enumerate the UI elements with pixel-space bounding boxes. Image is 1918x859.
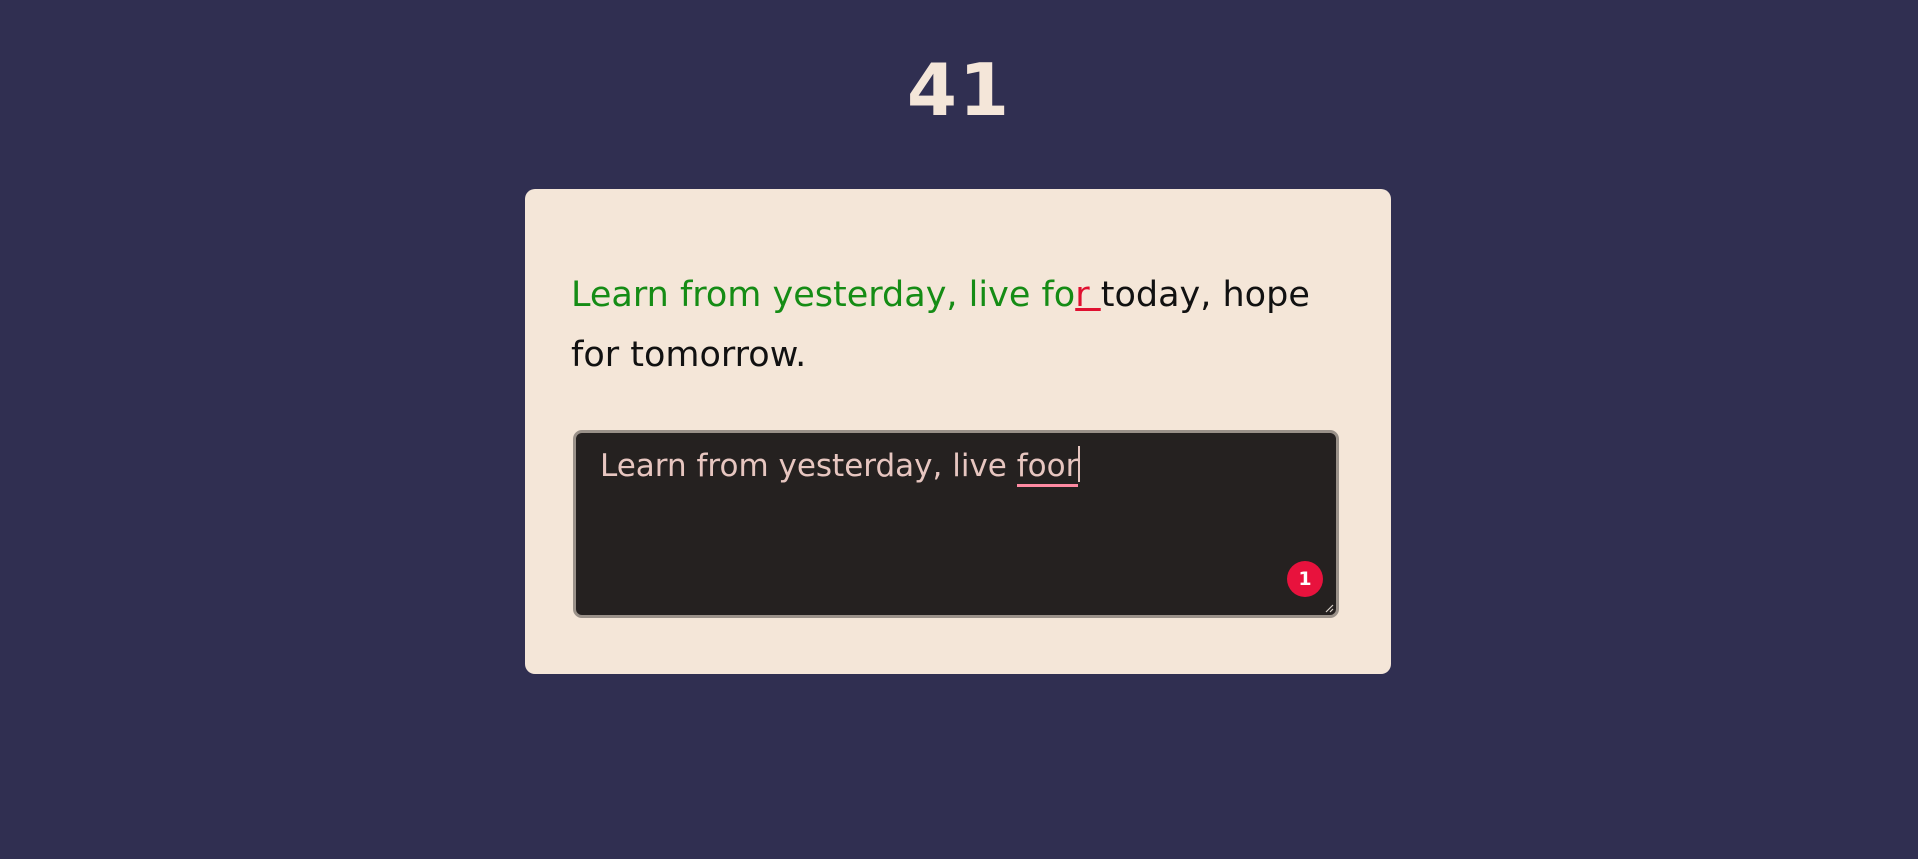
timer: 41 (906, 48, 1012, 132)
typed-text-prefix: Learn from yesterday, live (600, 448, 1017, 484)
error-count-badge[interactable]: 1 (1287, 561, 1323, 597)
misspelled-word: foor (1016, 448, 1079, 487)
typing-input[interactable]: Learn from yesterday, live foor 1 (573, 430, 1339, 618)
typing-card: Learn from yesterday, live for today, ho… (525, 189, 1391, 674)
quote-error-text: r (1075, 275, 1101, 315)
typed-text: Learn from yesterday, live foor (600, 443, 1081, 489)
resize-handle-icon[interactable] (1324, 603, 1334, 613)
text-caret (1078, 446, 1081, 482)
quote-correct-text: Learn from yesterday, live fo (571, 275, 1076, 315)
quote-text: Learn from yesterday, live for today, ho… (571, 265, 1351, 385)
